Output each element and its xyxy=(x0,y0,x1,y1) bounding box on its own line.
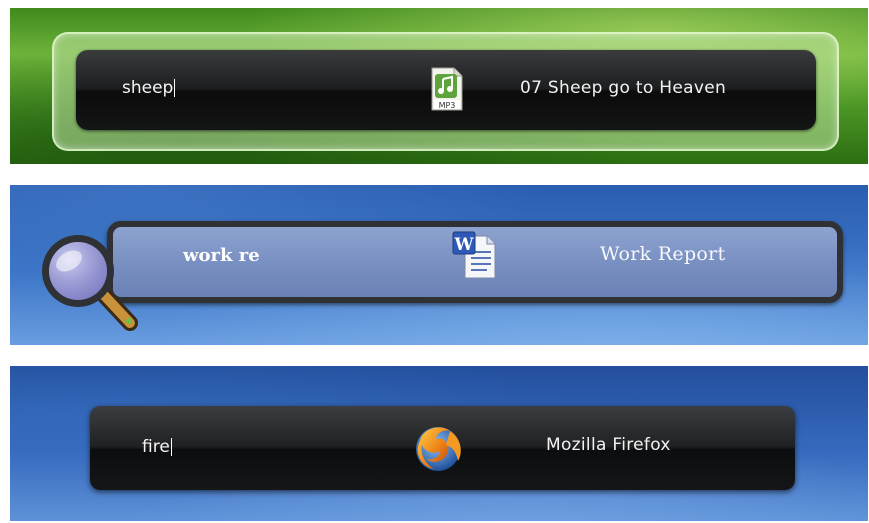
launcher-panel-magnifier: work re W Work Report xyxy=(10,185,868,345)
firefox-icon xyxy=(410,421,466,477)
search-bar[interactable]: fire Mozilla Firefox xyxy=(90,406,795,490)
result-label[interactable]: Mozilla Firefox xyxy=(546,435,671,455)
launcher-panel-green: sheep MP3 07 Sheep go to Heaven xyxy=(10,8,868,164)
search-bar[interactable]: work re W Work Report xyxy=(107,221,843,303)
magnifier-icon xyxy=(38,233,148,337)
result-label[interactable]: 07 Sheep go to Heaven xyxy=(520,78,726,98)
text-caret xyxy=(174,79,176,97)
mp3-file-icon: MP3 xyxy=(430,66,464,112)
word-document-icon: W xyxy=(451,230,499,280)
launcher-panel-dark: fire Mozilla Firefox xyxy=(10,366,868,521)
svg-text:MP3: MP3 xyxy=(439,101,456,110)
search-input[interactable]: sheep xyxy=(122,78,176,98)
search-input[interactable]: work re xyxy=(183,245,260,266)
result-label[interactable]: Work Report xyxy=(600,243,725,265)
search-bar[interactable]: sheep MP3 07 Sheep go to Heaven xyxy=(76,50,816,130)
svg-text:W: W xyxy=(453,235,474,255)
search-input[interactable]: fire xyxy=(142,437,172,457)
text-caret xyxy=(170,438,172,456)
